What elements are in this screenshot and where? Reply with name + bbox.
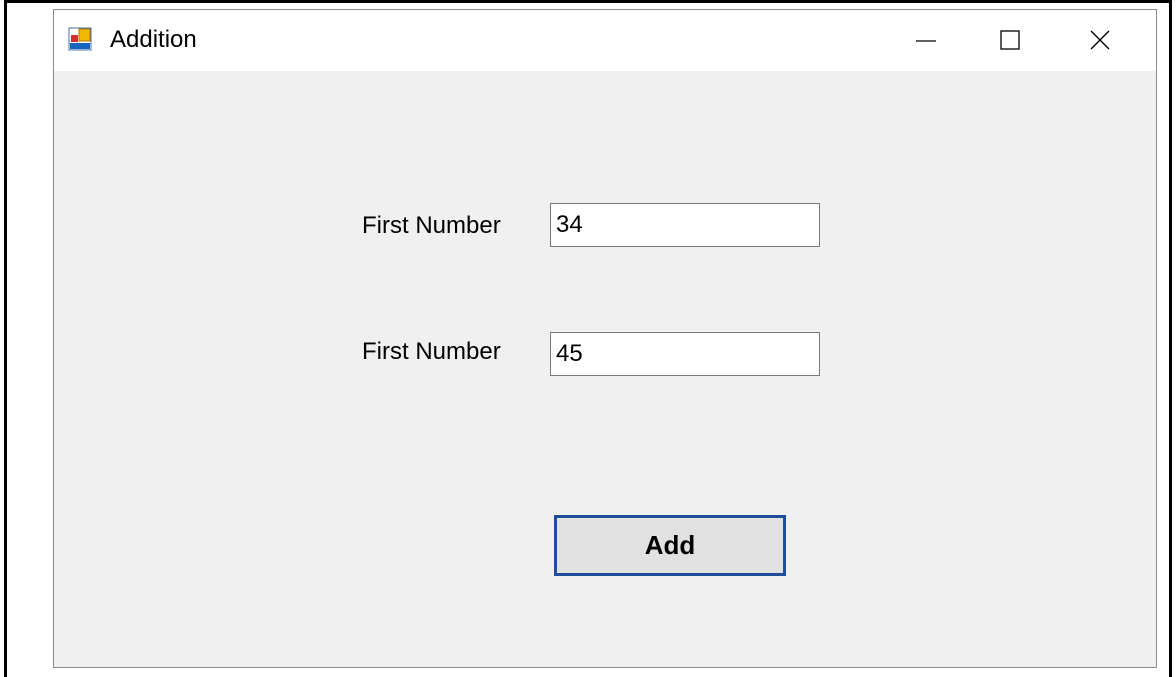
addition-window: Addition First Number First Number Add (53, 9, 1157, 668)
maximize-button[interactable] (968, 10, 1052, 71)
first-number-label: First Number (362, 212, 501, 239)
minimize-button[interactable] (884, 10, 968, 71)
app-icon (68, 27, 92, 51)
add-button[interactable]: Add (554, 515, 786, 576)
first-number-input[interactable] (550, 203, 820, 247)
second-number-input[interactable] (550, 332, 820, 376)
close-button[interactable] (1058, 10, 1142, 71)
title-bar[interactable]: Addition (54, 10, 1156, 71)
window-title: Addition (110, 26, 197, 53)
close-icon (1090, 30, 1110, 50)
second-number-label: First Number (362, 338, 501, 365)
minimize-icon (916, 40, 936, 42)
maximize-icon (1000, 30, 1020, 50)
